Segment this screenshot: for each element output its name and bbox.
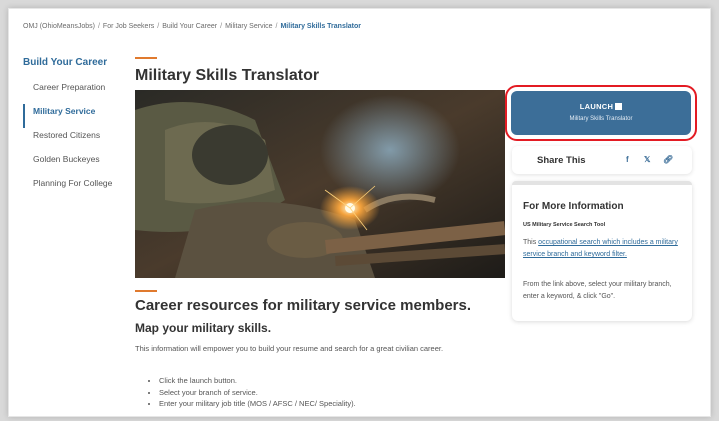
section-accent-bar [135, 290, 157, 292]
page-frame: OMJ (OhioMeansJobs) / For Job Seekers / Buil… [8, 8, 711, 417]
intro-paragraph: This information will empower you to bui… [135, 344, 444, 353]
external-link-icon [615, 103, 623, 110]
facebook-icon[interactable]: f [626, 155, 629, 164]
more-info-heading: For More Information [523, 201, 624, 212]
sidebar-item-golden-buckeyes[interactable]: Golden Buckeyes [23, 152, 133, 176]
more-info-subheading: US Military Service Search Tool [523, 222, 606, 228]
launch-button[interactable]: LAUNCH Military Skills Translator [505, 85, 697, 141]
share-box: Share This f 𝕏 🔗︎ [512, 146, 692, 174]
hero-image-welder [135, 90, 505, 278]
launch-sublabel: Military Skills Translator [569, 116, 633, 122]
sidebar-item-restored-citizens[interactable]: Restored Citizens [23, 128, 133, 152]
launch-label: LAUNCH [579, 102, 614, 111]
sidebar-heading[interactable]: Build Your Career [23, 57, 133, 68]
more-info-card: For More Information US Military Service… [512, 181, 692, 321]
sidebar-item-military-service[interactable]: Military Service [23, 104, 133, 128]
breadcrumb-current: Military Skills Translator [280, 23, 361, 30]
sidebar-item-career-preparation[interactable]: Career Preparation [23, 80, 133, 104]
more-info-instructions: From the link above, select your militar… [523, 281, 672, 300]
share-label: Share This [537, 155, 586, 166]
breadcrumb-home-link[interactable]: OMJ (OhioMeansJobs) [23, 23, 95, 30]
link-icon[interactable]: 🔗︎ [663, 155, 673, 164]
sidebar-item-planning-for-college[interactable]: Planning For College [23, 176, 133, 200]
breadcrumb-job-seekers-link[interactable]: For Job Seekers [103, 23, 154, 30]
page-title: Military Skills Translator [135, 67, 320, 84]
list-item: Select your branch of service. [159, 387, 356, 399]
breadcrumb: OMJ (OhioMeansJobs) / For Job Seekers / Buil… [23, 23, 361, 30]
title-accent-bar [135, 57, 157, 59]
breadcrumb-military-service-link[interactable]: Military Service [225, 23, 272, 30]
section-heading: Career resources for military service me… [135, 297, 472, 314]
card-top-bar [512, 181, 692, 185]
breadcrumb-build-career-link[interactable]: Build Your Career [162, 23, 217, 30]
more-info-paragraph: This occupational search which includes … [523, 239, 678, 258]
sidebar-nav: Build Your Career Career Preparation Mil… [23, 57, 133, 200]
instruction-list: Click the launch button. Select your bra… [149, 375, 356, 410]
twitter-icon[interactable]: 𝕏 [644, 155, 650, 164]
list-item: Enter your military job title (MOS / AFS… [159, 398, 356, 410]
section-subheading: Map your military skills. [135, 321, 272, 335]
occupational-search-link[interactable]: occupational search which includes a mil… [523, 239, 678, 258]
list-item: Click the launch button. [159, 375, 356, 387]
